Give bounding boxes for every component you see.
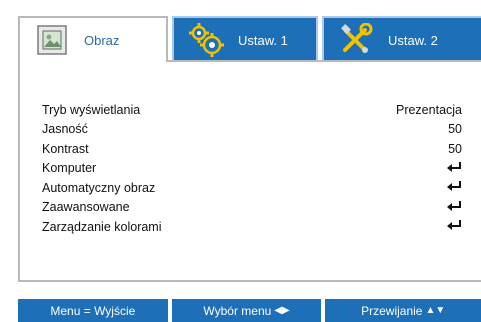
menu-item-label: Automatyczny obraz [42,180,156,195]
enter-icon [422,219,462,234]
footer-scroll-hint: Przewijanie ▲▼ [325,299,481,322]
gears-icon [186,21,226,59]
footer-exit-label: Menu = Wyjście [50,303,136,318]
enter-icon [422,161,462,176]
tab-ustaw-1[interactable]: Ustaw. 1 [172,16,318,62]
image-icon [32,21,72,59]
footer-exit-hint: Menu = Wyjście [18,299,168,322]
projector-osd-menu: Obraz Ustaw. 1 Ustaw. 2 Tryb wyświetlani… [0,0,481,322]
tab-bar: Obraz Ustaw. 1 Ustaw. 2 [18,16,481,62]
menu-item-value: Prezentacja [395,102,462,117]
tab-obraz-label: Obraz [84,32,120,48]
menu-item-jasnosc[interactable]: Jasność 50 [42,120,462,140]
menu-item-label: Zarządzanie kolorami [42,219,162,234]
tab-ustaw-2[interactable]: Ustaw. 2 [322,16,481,62]
menu-item-value: 50 [448,122,462,137]
tab-ustaw-2-label: Ustaw. 2 [388,32,438,48]
menu-item-label: Komputer [42,161,97,176]
menu-item-automatyczny-obraz[interactable]: Automatyczny obraz [42,178,462,198]
tab-obraz[interactable]: Obraz [18,16,168,62]
tools-icon [336,21,376,59]
tab-ustaw-1-label: Ustaw. 1 [238,32,288,48]
menu-item-label: Tryb wyświetlania [42,102,141,117]
menu-item-label: Jasność [42,122,88,137]
footer-scroll-label: Przewijanie [361,303,423,318]
up-down-arrows-icon: ▲▼ [425,305,446,316]
left-right-arrows-icon: ◀▶ [274,305,290,316]
menu-item-zarzadzanie-kolorami[interactable]: Zarządzanie kolorami [42,217,462,237]
enter-icon [422,200,462,215]
footer-select-hint: Wybór menu ◀▶ [171,299,322,322]
footer-bar: Menu = Wyjście Wybór menu ◀▶ Przewijanie… [18,299,481,322]
menu-item-tryb-wyswietlania[interactable]: Tryb wyświetlania Prezentacja [42,100,462,120]
menu-item-komputer[interactable]: Komputer [42,159,462,179]
enter-icon [422,180,462,195]
menu-item-label: Kontrast [42,141,89,156]
menu-list: Tryb wyświetlania Prezentacja Jasność 50… [42,100,462,237]
menu-item-value: 50 [448,141,462,156]
footer-select-label: Wybór menu [203,303,272,318]
menu-item-zaawansowane[interactable]: Zaawansowane [42,198,462,218]
menu-panel: Tryb wyświetlania Prezentacja Jasność 50… [18,60,481,282]
menu-item-kontrast[interactable]: Kontrast 50 [42,139,462,159]
menu-item-label: Zaawansowane [42,200,130,215]
